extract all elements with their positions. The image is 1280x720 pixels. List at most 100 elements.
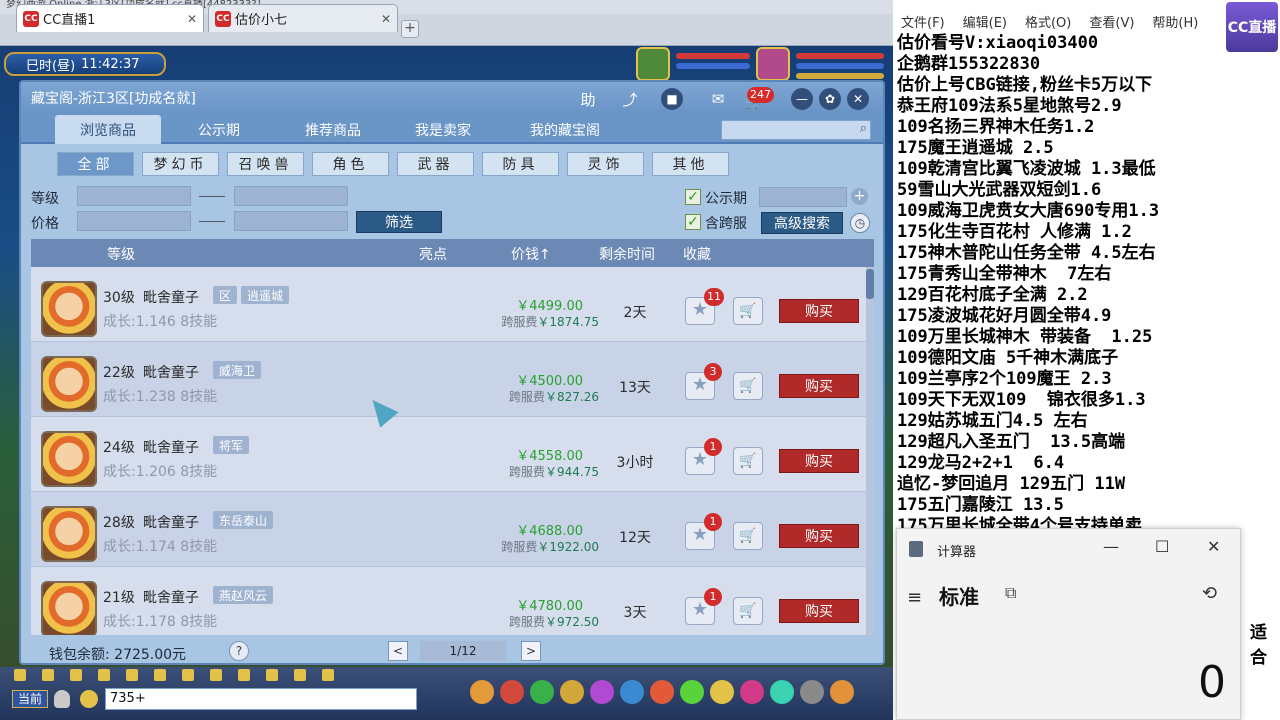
keep-on-top-icon[interactable]: ⧉ <box>1005 583 1016 603</box>
friend-icon[interactable] <box>620 680 644 704</box>
player-portrait-icon[interactable] <box>756 47 790 81</box>
pet-avatar[interactable] <box>41 506 97 562</box>
column-level[interactable]: 等级 <box>107 244 135 264</box>
tab-public-period[interactable]: 公示期 <box>171 115 267 144</box>
treasure-icon[interactable] <box>500 680 524 704</box>
pet-avatar[interactable] <box>41 281 97 337</box>
category-pets[interactable]: 召唤兽 <box>227 152 304 176</box>
browser-tab-appraiser[interactable]: CC 估价小七 ✕ <box>208 4 398 32</box>
tool-icon[interactable] <box>266 669 278 681</box>
buy-button[interactable]: 购买 <box>779 449 859 473</box>
tool-icon[interactable] <box>14 669 26 681</box>
buy-button[interactable]: 购买 <box>779 299 859 323</box>
chat-input[interactable]: 735+ <box>105 688 417 710</box>
category-armor[interactable]: 防具 <box>482 152 559 176</box>
buy-button[interactable]: 购买 <box>779 599 859 623</box>
listing-row[interactable]: 21级 毗舍童子 燕赵风云 成长:1.178 8技能 ￥4780.00 跨服费￥… <box>31 567 866 635</box>
list-scrollbar[interactable] <box>866 267 874 635</box>
tab-my-store[interactable]: 我的藏宝阁 <box>505 115 625 144</box>
bag-icon[interactable] <box>470 680 494 704</box>
menu-edit[interactable]: 编辑(E) <box>963 12 1007 31</box>
category-all[interactable]: 全部 <box>57 152 134 176</box>
help-icon[interactable]: ? <box>229 641 249 661</box>
list-scroll-thumb[interactable] <box>866 269 874 299</box>
pet-avatar[interactable] <box>41 581 97 635</box>
tab-recommended[interactable]: 推荐商品 <box>283 115 383 144</box>
settings-gear-icon[interactable]: ✿ <box>819 88 841 110</box>
shop-icon[interactable] <box>740 680 764 704</box>
pet-avatar[interactable] <box>41 356 97 412</box>
tool-icon[interactable] <box>42 669 54 681</box>
emoji-icon[interactable] <box>80 690 98 708</box>
stop-icon[interactable]: ■ <box>661 88 683 110</box>
level-max-input[interactable] <box>234 186 348 206</box>
tab-browse[interactable]: 浏览商品 <box>55 115 161 144</box>
search-input[interactable]: ⌕ <box>721 120 871 140</box>
favorite-star-icon[interactable]: ★ 1 <box>685 588 722 625</box>
page-indicator[interactable]: 1/12 <box>420 641 506 661</box>
filter-button[interactable]: 筛选 <box>356 211 442 233</box>
skill-icon[interactable] <box>530 680 554 704</box>
buy-button[interactable]: 购买 <box>779 524 859 548</box>
tool-icon[interactable] <box>70 669 82 681</box>
menu-file[interactable]: 文件(F) <box>901 12 945 31</box>
public-period-select[interactable] <box>759 187 847 207</box>
add-to-cart-icon[interactable]: 🛒 <box>733 297 763 325</box>
category-roles[interactable]: 角色 <box>312 152 389 176</box>
column-time-left[interactable]: 剩余时间 <box>599 244 655 264</box>
close-icon[interactable]: ✕ <box>847 88 869 110</box>
tool-icon[interactable] <box>154 669 166 681</box>
pet-avatar[interactable] <box>41 431 97 487</box>
hamburger-menu-icon[interactable]: ≡ <box>907 587 922 608</box>
minimize-icon[interactable]: — <box>1103 537 1119 556</box>
close-tab-icon[interactable]: ✕ <box>381 12 391 26</box>
clock-icon[interactable]: ◷ <box>850 213 870 233</box>
favorite-star-icon[interactable]: ★ 3 <box>685 363 722 400</box>
microphone-icon[interactable] <box>54 690 70 708</box>
pet-portrait-icon[interactable] <box>636 47 670 81</box>
close-tab-icon[interactable]: ✕ <box>187 12 197 26</box>
team-icon[interactable] <box>590 680 614 704</box>
favorite-star-icon[interactable]: ★ 1 <box>685 438 722 475</box>
favorite-star-icon[interactable]: ★ 11 <box>685 288 724 325</box>
message-icon[interactable]: ✉ <box>707 88 729 110</box>
add-icon[interactable]: + <box>851 188 868 205</box>
chat-channel-button[interactable]: 当前 <box>12 690 48 708</box>
column-price[interactable]: 价钱↑ <box>511 244 551 264</box>
browser-tab-cc-live[interactable]: CC CC直播1 ✕ <box>16 4 204 32</box>
mail-icon[interactable] <box>830 680 854 704</box>
new-tab-button[interactable]: + <box>401 20 419 38</box>
listing-row[interactable]: 24级 毗舍童子 将军 成长:1.206 8技能 ￥4558.00 跨服费￥94… <box>31 417 866 492</box>
tool-icon[interactable] <box>126 669 138 681</box>
search-icon[interactable]: ⌕ <box>860 121 867 136</box>
quest-icon[interactable] <box>560 680 584 704</box>
add-to-cart-icon[interactable]: 🛒 <box>733 447 763 475</box>
minimize-icon[interactable]: — <box>791 88 813 110</box>
tab-seller[interactable]: 我是卖家 <box>393 115 493 144</box>
settings-icon[interactable] <box>800 680 824 704</box>
category-other[interactable]: 其他 <box>652 152 729 176</box>
menu-help[interactable]: 帮助(H) <box>1152 12 1198 31</box>
pet-icon[interactable] <box>680 680 704 704</box>
menu-format[interactable]: 格式(O) <box>1025 12 1071 31</box>
history-icon[interactable]: ⟲ <box>1202 583 1217 604</box>
add-to-cart-icon[interactable]: 🛒 <box>733 597 763 625</box>
next-page-button[interactable]: > <box>521 641 541 661</box>
tool-icon[interactable] <box>182 669 194 681</box>
listing-row[interactable]: 28级 毗舍童子 东岳泰山 成长:1.174 8技能 ￥4688.00 跨服费￥… <box>31 492 866 567</box>
share-icon[interactable]: ⤴ <box>619 88 641 110</box>
tool-icon[interactable] <box>98 669 110 681</box>
notepad-text[interactable]: 估价看号V:xiaoqi03400 企鹅群155322830 估价上号CBG链接… <box>897 33 1277 537</box>
price-min-input[interactable] <box>77 211 191 231</box>
favorite-star-icon[interactable]: ★ 1 <box>685 513 722 550</box>
category-currency[interactable]: 梦幻币 <box>142 152 219 176</box>
category-weapons[interactable]: 武器 <box>397 152 474 176</box>
listing-row[interactable]: 30级 毗舍童子 区 逍遥城 成长:1.146 8技能 ￥4499.00 跨服费… <box>31 267 866 342</box>
tool-icon[interactable] <box>294 669 306 681</box>
category-accessories[interactable]: 灵饰 <box>567 152 644 176</box>
maximize-icon[interactable]: ☐ <box>1155 537 1169 556</box>
public-period-checkbox[interactable]: ✓ <box>685 189 701 205</box>
menu-view[interactable]: 查看(V) <box>1089 12 1134 31</box>
tool-icon[interactable] <box>210 669 222 681</box>
tool-icon[interactable] <box>238 669 250 681</box>
